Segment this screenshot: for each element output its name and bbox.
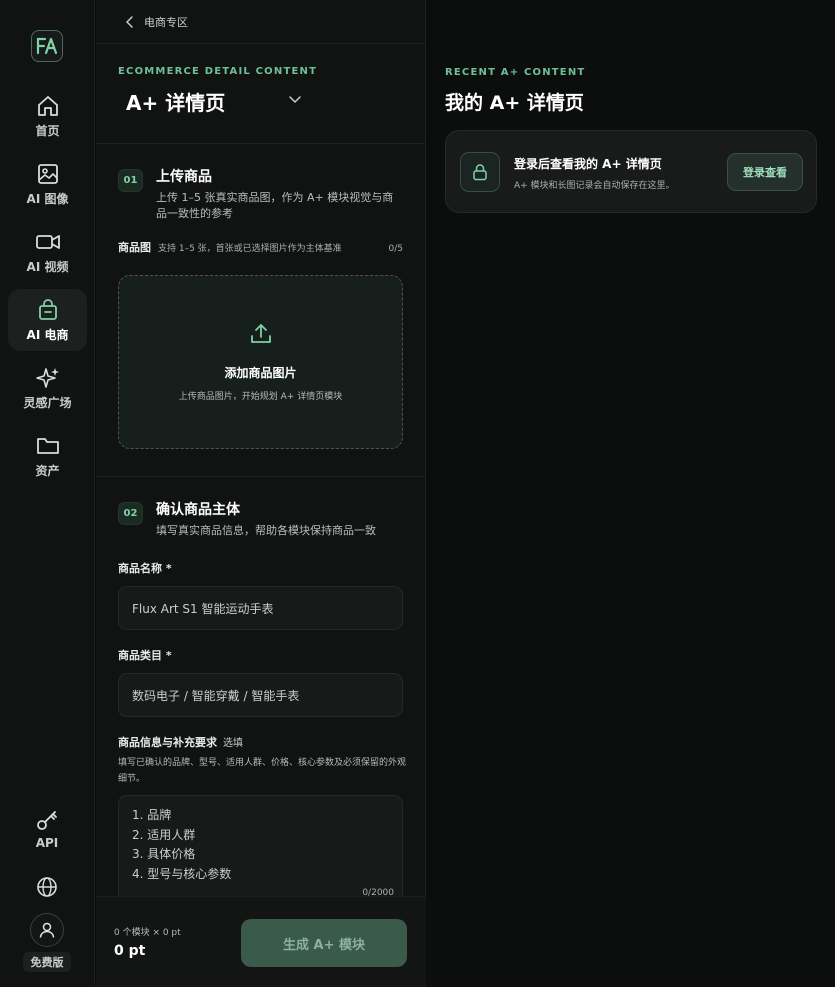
- step-number: 01: [118, 169, 143, 192]
- textarea-line: 4. 型号与核心参数: [132, 866, 232, 881]
- sidebar-item-label: 首页: [35, 123, 60, 138]
- lock-badge: [460, 152, 500, 192]
- sidebar-item-label: API: [35, 836, 59, 850]
- optional-tag: 选填: [223, 738, 243, 749]
- upload-section: 01 上传商品 上传 1–5 张真实商品图，作为 A+ 模块视觉与商品一致性的参…: [96, 144, 425, 477]
- product-image-hint: 支持 1–5 张，首张或已选择图片作为主体基准: [158, 244, 342, 254]
- product-info-note: 填写已确认的品牌、型号、适用人群、价格、核心参数及必须保留的外观细节。: [118, 758, 407, 784]
- recent-title: 我的 A+ 详情页: [445, 92, 584, 114]
- sidebar-item-home[interactable]: 首页: [8, 85, 87, 147]
- textarea-line: 3. 具体价格: [132, 847, 196, 861]
- product-info-section: 02 确认商品主体 填写真实商品信息，帮助各模块保持商品一致 商品名称 * Fl…: [96, 477, 425, 897]
- upload-subtitle: 上传商品图片，开始规划 A+ 详情页模块: [178, 392, 343, 402]
- ecommerce-panel: 电商专区 ECOMMERCE DETAIL CONTENT A+ 详情页 01 …: [96, 0, 426, 987]
- video-icon: [35, 234, 60, 249]
- textarea-line: 2. 适用人群: [132, 827, 196, 842]
- image-count: 0/5: [388, 244, 403, 254]
- user-icon: [39, 922, 55, 938]
- logo-mark-icon: [36, 37, 58, 55]
- sidebar: 首页 AI 图像 AI 视频 AI 电商 灵感广场 资产 API 免费版: [0, 0, 95, 987]
- sidebar-item-label: 灵感广场: [23, 395, 72, 410]
- sidebar-item-ai-image[interactable]: AI 图像: [8, 153, 87, 215]
- plan-badge: 免费版: [23, 952, 71, 972]
- sidebar-item-assets[interactable]: 资产: [8, 425, 87, 487]
- product-name-input[interactable]: Flux Art S1 智能运动手表: [118, 586, 403, 630]
- points-total: 0 pt: [114, 943, 146, 959]
- back-chevron-icon[interactable]: [126, 15, 134, 28]
- sparkle-icon: [35, 367, 59, 388]
- sidebar-item-label: 资产: [35, 463, 60, 478]
- breadcrumb-link[interactable]: 电商专区: [144, 14, 188, 30]
- sidebar-item-label: AI 电商: [26, 327, 69, 342]
- product-info-label-text: 商品信息与补充要求: [118, 736, 217, 749]
- page-title-select[interactable]: A+ 详情页: [126, 87, 425, 116]
- product-category-input[interactable]: 数码电子 / 智能穿戴 / 智能手表: [118, 673, 403, 717]
- panel-footer: 0 个模块 × 0 pt 0 pt 生成 A+ 模块: [96, 896, 426, 987]
- step-number: 02: [118, 502, 143, 525]
- upload-title: 添加商品图片: [224, 366, 297, 380]
- breadcrumb: 电商专区: [96, 0, 425, 44]
- chevron-down-icon[interactable]: [289, 96, 301, 104]
- product-image-label: 商品图: [118, 241, 151, 254]
- login-prompt-card: 登录后查看我的 A+ 详情页 A+ 模块和长图记录会自动保存在这里。 登录查看: [445, 130, 817, 213]
- shopping-bag-icon: [38, 298, 57, 320]
- app-logo[interactable]: [31, 30, 63, 62]
- sidebar-item-api[interactable]: API: [22, 808, 72, 850]
- char-count: 0/2000: [362, 887, 394, 898]
- language-button[interactable]: [36, 876, 58, 902]
- login-view-button[interactable]: 登录查看: [727, 153, 803, 191]
- lock-icon: [473, 164, 487, 181]
- generate-modules-button[interactable]: 生成 A+ 模块: [241, 919, 407, 967]
- sidebar-item-ai-ecommerce[interactable]: AI 电商: [8, 289, 87, 351]
- key-icon: [37, 811, 57, 830]
- card-subtitle: A+ 模块和长图记录会自动保存在这里。: [514, 181, 675, 191]
- sidebar-item-inspiration[interactable]: 灵感广场: [8, 357, 87, 419]
- step-description: 填写真实商品信息，帮助各模块保持商品一致: [156, 524, 376, 537]
- product-info-label: 商品信息与补充要求 选填: [118, 734, 403, 750]
- sidebar-item-ai-video[interactable]: AI 视频: [8, 221, 87, 283]
- recent-eyebrow: RECENT A+ CONTENT: [445, 67, 586, 78]
- step-title: 上传商品: [156, 169, 212, 185]
- panel-eyebrow: ECOMMERCE DETAIL CONTENT: [118, 66, 318, 77]
- folder-icon: [36, 437, 59, 454]
- sidebar-item-label: AI 视频: [26, 259, 69, 274]
- step-title: 确认商品主体: [156, 502, 240, 518]
- home-icon: [37, 95, 58, 116]
- image-upload-dropzone[interactable]: 添加商品图片 上传商品图片，开始规划 A+ 详情页模块: [118, 275, 403, 449]
- globe-icon: [37, 877, 57, 897]
- avatar[interactable]: [30, 913, 64, 947]
- image-icon: [37, 163, 58, 184]
- product-category-label: 商品类目 *: [118, 649, 172, 662]
- upload-icon: [250, 324, 271, 343]
- product-name-label: 商品名称 *: [118, 562, 172, 575]
- textarea-line: 1. 品牌: [132, 808, 172, 822]
- step-description: 上传 1–5 张真实商品图，作为 A+ 模块视觉与商品一致性的参考: [156, 191, 394, 220]
- sidebar-item-label: AI 图像: [26, 191, 69, 206]
- panel-header: ECOMMERCE DETAIL CONTENT A+ 详情页: [96, 44, 425, 144]
- module-cost-meta: 0 个模块 × 0 pt: [114, 928, 181, 938]
- product-info-textarea[interactable]: 1. 品牌 2. 适用人群 3. 具体价格 4. 型号与核心参数 0/2000: [118, 795, 403, 897]
- card-title: 登录后查看我的 A+ 详情页: [514, 157, 662, 171]
